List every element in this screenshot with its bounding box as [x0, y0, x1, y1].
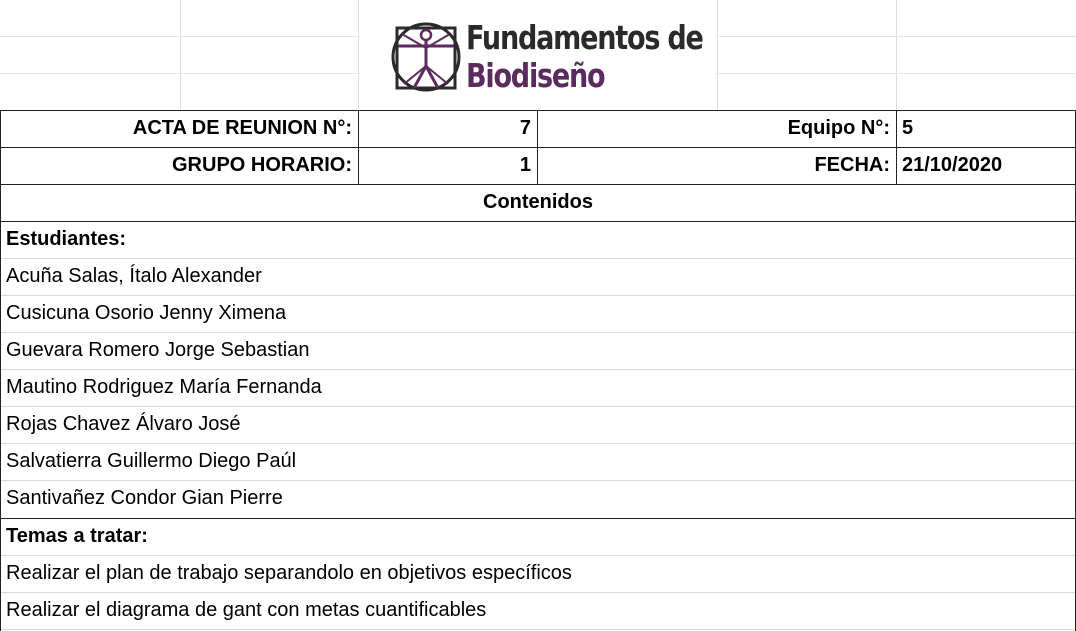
- contenidos-row: Contenidos: [0, 184, 1076, 221]
- student-name[interactable]: Salvatierra Guillermo Diego Paúl: [0, 443, 1076, 480]
- equipo-label: Equipo N°:: [787, 117, 890, 139]
- grupo-label: GRUPO HORARIO:: [172, 154, 352, 176]
- estudiantes-header-row: Estudiantes:: [0, 221, 1076, 258]
- logo-title-line2: Biodiseño: [466, 56, 606, 95]
- student-name[interactable]: Mautino Rodriguez María Fernanda: [0, 369, 1076, 406]
- header-row-grupo: GRUPO HORARIO: 1 FECHA: 21/10/2020: [0, 147, 1076, 184]
- temas-title: Temas a tratar:: [6, 525, 148, 547]
- logo-title-line1: Fundamentos de: [466, 18, 704, 57]
- equipo-value[interactable]: 5: [896, 110, 1076, 147]
- student-row: Rojas Chavez Álvaro José: [0, 406, 1076, 443]
- student-row: Salvatierra Guillermo Diego Paúl: [0, 443, 1076, 480]
- student-row: Mautino Rodriguez María Fernanda: [0, 369, 1076, 406]
- acta-value[interactable]: 7: [358, 110, 537, 147]
- topic-row: Realizar el diagrama de gant con metas c…: [0, 592, 1076, 629]
- student-row: Guevara Romero Jorge Sebastian: [0, 332, 1076, 369]
- fecha-label: FECHA:: [814, 154, 890, 176]
- vitruvian-man-icon: [391, 22, 461, 92]
- meeting-minutes-table: ACTA DE REUNION N°: 7 Equipo N°: 5 GRUPO…: [0, 110, 1076, 631]
- estudiantes-title: Estudiantes:: [6, 228, 127, 250]
- student-name[interactable]: Santivañez Condor Gian Pierre: [0, 480, 1076, 517]
- student-name[interactable]: Guevara Romero Jorge Sebastian: [0, 332, 1076, 369]
- temas-header-row: Temas a tratar:: [0, 518, 1076, 555]
- student-name[interactable]: Rojas Chavez Álvaro José: [0, 406, 1076, 443]
- grupo-value[interactable]: 1: [358, 147, 537, 184]
- student-row: Acuña Salas, Ítalo Alexander: [0, 258, 1076, 295]
- header-row-acta: ACTA DE REUNION N°: 7 Equipo N°: 5: [0, 110, 1076, 147]
- fecha-value[interactable]: 21/10/2020: [896, 147, 1076, 184]
- student-name[interactable]: Acuña Salas, Ítalo Alexander: [0, 258, 1076, 295]
- topic-text[interactable]: Realizar el diagrama de gant con metas c…: [0, 592, 1076, 629]
- student-name[interactable]: Cusicuna Osorio Jenny Ximena: [0, 295, 1076, 332]
- student-row: Santivañez Condor Gian Pierre: [0, 480, 1076, 517]
- contenidos-title: Contenidos: [483, 191, 593, 213]
- topic-text[interactable]: Realizar el plan de trabajo separandolo …: [0, 555, 1076, 592]
- topic-row: Realizar el plan de trabajo separandolo …: [0, 555, 1076, 592]
- acta-label: ACTA DE REUNION N°:: [132, 117, 352, 139]
- course-logo: Fundamentos de Biodiseño: [360, 0, 716, 110]
- student-row: Cusicuna Osorio Jenny Ximena: [0, 295, 1076, 332]
